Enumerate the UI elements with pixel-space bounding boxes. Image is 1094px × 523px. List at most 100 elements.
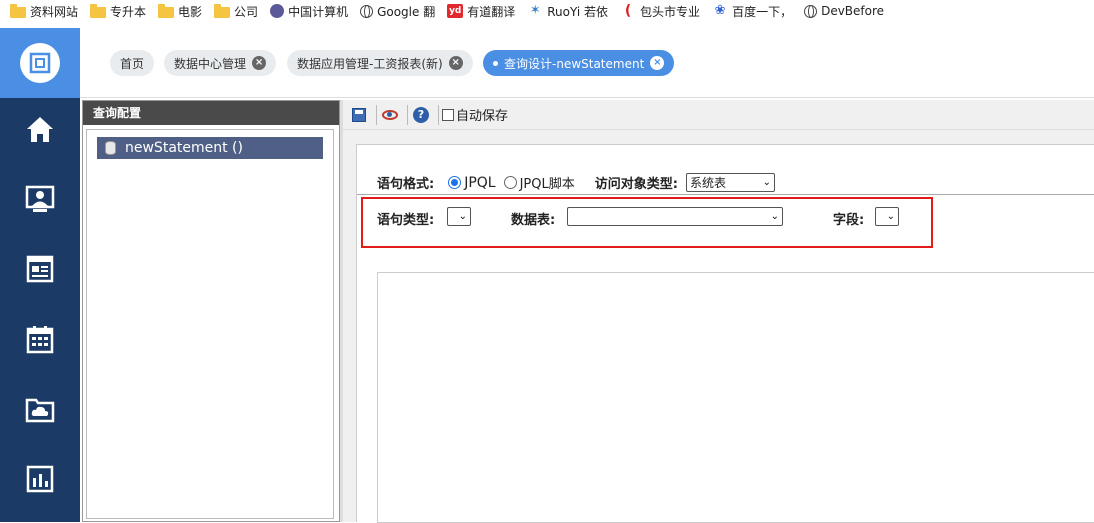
baidu-icon: ❀ — [714, 3, 726, 18]
home-icon[interactable] — [25, 114, 55, 144]
radio-jpql[interactable] — [448, 176, 462, 189]
bookmark-ziliao[interactable]: 资料网站 — [10, 0, 78, 22]
folder-icon — [214, 3, 231, 18]
chevron-down-icon: ⌄ — [886, 211, 895, 222]
bookmark-gongsi[interactable]: 公司 — [214, 0, 258, 22]
help-icon: ? — [413, 106, 429, 123]
site-icon — [270, 4, 285, 18]
bookmark-youdao[interactable]: yd 有道翻译 — [447, 0, 515, 22]
bookmark-label: 资料网站 — [30, 4, 79, 19]
tab-label: 数据中心管理 — [174, 56, 247, 71]
tree-item-label: newStatement () — [125, 140, 243, 156]
close-icon[interactable]: × — [252, 56, 267, 70]
bookmark-label: 公司 — [234, 4, 259, 19]
logo[interactable] — [0, 28, 80, 98]
design-form: 语句格式: JPQL JPQL脚本 访问对象类型: 系统表 ⌄ 语句类型: ⌄ … — [356, 144, 1094, 523]
bookmark-zhongguo[interactable]: 中国计算机 — [270, 0, 348, 22]
bookmark-baotou[interactable]: ( 包头市专业 — [620, 0, 700, 22]
bookmark-label: DevBefore — [821, 4, 885, 18]
preview-button[interactable] — [380, 105, 400, 125]
help-button[interactable]: ? — [411, 105, 431, 125]
globe-icon — [360, 4, 374, 18]
save-button[interactable] — [349, 105, 369, 125]
radio-jpql-label: JPQL — [464, 174, 496, 191]
toolbar-divider — [438, 104, 439, 125]
tab-query-design[interactable]: 查询设计-newStatement × — [483, 50, 675, 76]
object-type-label: 访问对象类型: — [594, 177, 678, 192]
bookmark-ruoyi[interactable]: ✶ RuoYi 若依 — [527, 0, 608, 22]
chevron-down-icon: ⌄ — [458, 211, 467, 222]
radio-jpql-script-label: JPQL脚本 — [519, 177, 575, 192]
panel-title: 查询配置 — [83, 101, 339, 125]
object-type-select[interactable]: 系统表 ⌄ — [685, 173, 775, 192]
field-label: 字段: — [833, 213, 865, 228]
bookmark-label: RuoYi 若依 — [547, 4, 609, 19]
folder-icon — [10, 3, 26, 18]
bookmark-label: Google 翻 — [377, 4, 436, 19]
close-icon[interactable]: × — [650, 56, 665, 70]
query-design-pane: ? 自动保存 语句格式: JPQL JPQL脚本 访问对象类型: 系统表 ⌄ 语… — [343, 100, 1094, 523]
tab-label: 首页 — [120, 56, 145, 71]
bookmarks-bar: 资料网站 专升本 电影 公司 中国计算机 Google 翻 yd 有道翻译 ✶ Ru… — [0, 0, 1094, 22]
statement-type-label: 语句类型: — [377, 213, 435, 228]
statement-editor[interactable] — [377, 272, 1094, 523]
tab-home[interactable]: 首页 — [110, 50, 155, 76]
tab-data-app[interactable]: 数据应用管理-工资报表(新) × — [287, 50, 473, 76]
query-config-panel: 查询配置 newStatement () — [82, 100, 340, 522]
bookmark-label: 专升本 — [110, 4, 147, 19]
bookmark-baidu[interactable]: ❀ 百度一下， — [712, 0, 792, 22]
app: 首页 数据中心管理 × 数据应用管理-工资报表(新) × 查询设计-newSta… — [0, 28, 1094, 523]
ruoyi-icon: ✶ — [529, 3, 541, 18]
folder-icon — [90, 3, 107, 18]
bookmark-devbefore[interactable]: DevBefore — [804, 0, 884, 22]
object-type-value: 系统表 — [689, 176, 726, 190]
logo-icon — [20, 43, 60, 83]
bookmark-zhuanshengben[interactable]: 专升本 — [90, 0, 146, 22]
autosave-toggle[interactable]: 自动保存 — [442, 105, 508, 124]
close-icon[interactable]: × — [448, 56, 463, 70]
baotou-icon: ( — [624, 3, 632, 19]
autosave-label: 自动保存 — [456, 109, 509, 124]
save-icon — [352, 107, 366, 122]
bookmark-label: 有道翻译 — [467, 4, 516, 19]
statement-row: 语句类型: ⌄ 数据表: ⌄ 字段: ⌄ — [377, 207, 917, 229]
bookmark-label: 百度一下， — [732, 4, 793, 19]
tree-container: newStatement () — [86, 129, 334, 519]
tab-label: 查询设计-newStatement — [504, 56, 645, 71]
radio-jpql-script[interactable] — [503, 176, 517, 189]
report-icon[interactable] — [25, 464, 55, 494]
table-select[interactable]: ⌄ — [567, 207, 783, 226]
bookmark-dianying[interactable]: 电影 — [158, 0, 202, 22]
youdao-icon: yd — [447, 4, 464, 18]
field-select[interactable]: ⌄ — [875, 207, 899, 226]
tree-item-newstatement[interactable]: newStatement () — [97, 137, 323, 159]
table-label: 数据表: — [511, 213, 556, 228]
statement-type-select[interactable]: ⌄ — [447, 207, 471, 226]
globe-icon — [804, 4, 818, 18]
database-icon — [105, 141, 116, 155]
toolbar-divider — [407, 104, 408, 125]
autosave-checkbox[interactable] — [442, 108, 454, 121]
format-row: 语句格式: JPQL JPQL脚本 访问对象类型: 系统表 ⌄ — [377, 173, 775, 192]
folder-icon — [158, 3, 175, 18]
news-icon[interactable] — [25, 254, 55, 284]
format-label: 语句格式: — [377, 177, 435, 192]
bookmark-label: 包头市专业 — [640, 4, 701, 19]
bookmark-google[interactable]: Google 翻 — [360, 0, 435, 22]
chevron-down-icon: ⌄ — [762, 177, 771, 188]
cloud-folder-icon[interactable] — [25, 394, 55, 424]
chevron-down-icon: ⌄ — [770, 211, 779, 222]
user-card-icon[interactable] — [25, 184, 55, 214]
tab-bar: 首页 数据中心管理 × 数据应用管理-工资报表(新) × 查询设计-newSta… — [80, 28, 1094, 98]
tab-data-center[interactable]: 数据中心管理 × — [164, 50, 277, 76]
active-dot-icon — [493, 60, 498, 66]
bookmark-label: 电影 — [178, 4, 203, 19]
toolbar-divider — [376, 104, 377, 125]
eye-icon — [382, 109, 398, 120]
divider — [357, 194, 1094, 195]
sidebar — [0, 98, 80, 522]
calendar-icon[interactable] — [25, 324, 55, 354]
tab-label: 数据应用管理-工资报表(新) — [297, 56, 443, 71]
bookmark-label: 中国计算机 — [288, 4, 349, 19]
toolbar: ? 自动保存 — [343, 100, 1094, 130]
